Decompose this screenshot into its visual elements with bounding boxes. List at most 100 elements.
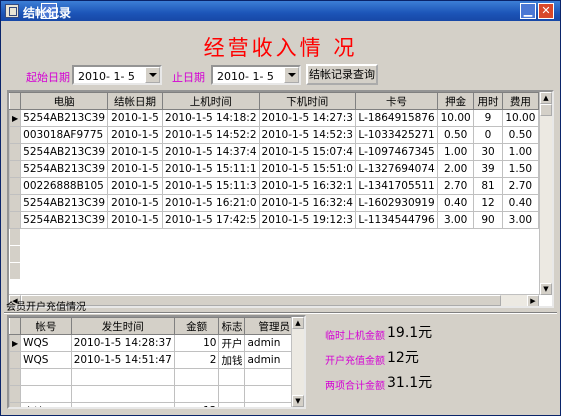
- table-cell[interactable]: 2010-1-5 14:52:3: [258, 126, 357, 144]
- table-row[interactable]: 5254AB213C39 2010-1-5 2010-1-5 16:21:0 2010…: [9, 194, 552, 212]
- row-indicator[interactable]: [9, 177, 22, 195]
- table-row[interactable]: 5254AB213C39 2010-1-5 2010-1-5 14:37:4 2010…: [9, 143, 552, 161]
- col-header[interactable]: 下机时间: [258, 92, 357, 110]
- table-cell[interactable]: WQS: [20, 351, 72, 369]
- table-cell[interactable]: 0: [473, 126, 503, 144]
- start-date-picker[interactable]: 2010- 1- 5: [72, 65, 162, 85]
- table-cell[interactable]: 2010-1-5 19:12:3: [258, 211, 357, 229]
- col-header[interactable]: 帐号: [20, 317, 72, 335]
- minimize-icon[interactable]: ▁: [520, 3, 536, 19]
- member-vertical-scrollbar[interactable]: ▲ ▼: [291, 317, 304, 407]
- table-cell[interactable]: 2010-1-5: [106, 194, 164, 212]
- table-cell[interactable]: 003018AF9775: [20, 126, 108, 144]
- row-indicator[interactable]: ▶: [9, 109, 22, 127]
- table-cell[interactable]: 2010-1-5 15:11:3: [162, 177, 260, 195]
- col-header[interactable]: 用时: [473, 92, 503, 110]
- table-cell[interactable]: 2010-1-5: [106, 143, 164, 161]
- table-cell[interactable]: 2.70: [501, 177, 539, 195]
- col-header[interactable]: 结帐日期: [106, 92, 164, 110]
- table-cell[interactable]: 0.50: [501, 126, 539, 144]
- table-cell[interactable]: 1.00: [501, 143, 539, 161]
- title-bar[interactable]: « 结帐记录 ▁ ✕: [1, 1, 560, 21]
- table-row[interactable]: ▶ 5254AB213C39 2010-1-5 2010-1-5 14:18:2 201…: [9, 109, 552, 127]
- scroll-up-icon[interactable]: ▲: [540, 92, 552, 104]
- row-indicator[interactable]: [9, 143, 22, 161]
- table-cell[interactable]: 30: [473, 143, 503, 161]
- col-header[interactable]: 费用: [501, 92, 539, 110]
- chevron-down-icon[interactable]: [284, 67, 299, 83]
- table-row[interactable]: 5254AB213C39 2010-1-5 2010-1-5 15:11:1 2010…: [9, 160, 552, 178]
- row-indicator[interactable]: [9, 351, 22, 369]
- table-cell[interactable]: 2010-1-5 16:32:1: [258, 177, 357, 195]
- col-header[interactable]: 标志: [218, 317, 246, 335]
- table-cell[interactable]: L-1033425271: [354, 126, 439, 144]
- scroll-thumb[interactable]: [540, 104, 552, 116]
- table-cell[interactable]: 2010-1-5 14:51:47: [70, 351, 175, 369]
- table-cell[interactable]: 5254AB213C39: [20, 109, 108, 127]
- col-header[interactable]: 上机时间: [162, 92, 260, 110]
- table-cell[interactable]: 2010-1-5 14:52:2: [162, 126, 260, 144]
- scroll-down-icon[interactable]: ▼: [540, 283, 552, 295]
- member-table[interactable]: 帐号 发生时间 金额 标志 管理员 ▶ WQS 2010-1-5 14:28:37 1…: [7, 315, 306, 409]
- table-cell[interactable]: 2010-1-5: [106, 177, 164, 195]
- table-cell[interactable]: 10.00: [437, 109, 475, 127]
- table-cell[interactable]: 1.00: [437, 143, 475, 161]
- query-button[interactable]: 结帐记录查询: [306, 64, 378, 85]
- scroll-up-icon[interactable]: ▲: [292, 317, 304, 329]
- table-cell[interactable]: 3.00: [437, 211, 475, 229]
- table-cell[interactable]: 2010-1-5 16:32:4: [258, 194, 357, 212]
- table-cell[interactable]: 5254AB213C39: [20, 211, 108, 229]
- vertical-scrollbar[interactable]: ▲ ▼: [539, 92, 552, 295]
- table-cell[interactable]: L-1097467345: [354, 143, 439, 161]
- table-cell[interactable]: 2010-1-5: [106, 126, 164, 144]
- table-cell[interactable]: 5254AB213C39: [20, 160, 108, 178]
- col-header[interactable]: 电脑: [20, 92, 108, 110]
- table-cell[interactable]: 2: [173, 351, 220, 369]
- table-cell[interactable]: 2010-1-5: [106, 109, 164, 127]
- table-cell[interactable]: 3.00: [501, 211, 539, 229]
- table-cell[interactable]: 90: [473, 211, 503, 229]
- table-cell[interactable]: 0.40: [501, 194, 539, 212]
- table-row[interactable]: 003018AF9775 2010-1-5 2010-1-5 14:52:2 2010…: [9, 126, 552, 144]
- table-cell[interactable]: 2010-1-5 15:11:1: [162, 160, 260, 178]
- table-cell[interactable]: 0.40: [437, 194, 475, 212]
- table-cell[interactable]: 加钱: [218, 351, 246, 369]
- table-cell[interactable]: 2010-1-5 17:42:5: [162, 211, 260, 229]
- row-indicator[interactable]: ▶: [9, 334, 22, 352]
- table-row[interactable]: 5254AB213C39 2010-1-5 2010-1-5 17:42:5 2010…: [9, 211, 552, 229]
- table-cell[interactable]: 10: [173, 334, 220, 352]
- table-cell[interactable]: 12: [473, 194, 503, 212]
- col-header[interactable]: 卡号: [354, 92, 439, 110]
- close-icon[interactable]: ✕: [538, 3, 554, 19]
- table-cell[interactable]: 2010-1-5 14:18:2: [162, 109, 260, 127]
- table-cell[interactable]: 0.50: [437, 126, 475, 144]
- table-row[interactable]: 00226888B105 2010-1-5 2010-1-5 15:11:3 2010…: [9, 177, 552, 195]
- row-indicator[interactable]: [9, 160, 22, 178]
- table-cell[interactable]: 2010-1-5 14:27:3: [258, 109, 357, 127]
- scroll-down-icon[interactable]: ▼: [292, 395, 304, 407]
- table-cell[interactable]: 39: [473, 160, 503, 178]
- table-cell[interactable]: 10.00: [501, 109, 539, 127]
- scroll-thumb[interactable]: [21, 295, 501, 306]
- row-indicator[interactable]: [9, 211, 22, 229]
- table-cell[interactable]: 2010-1-5 14:37:4: [162, 143, 260, 161]
- table-row[interactable]: ▶ WQS 2010-1-5 14:28:37 10 开户 admin: [9, 334, 304, 352]
- table-cell[interactable]: 1.50: [501, 160, 539, 178]
- col-header[interactable]: 押金: [437, 92, 475, 110]
- table-cell[interactable]: 开户: [218, 334, 246, 352]
- table-cell[interactable]: 9: [473, 109, 503, 127]
- table-cell[interactable]: 2010-1-5 15:51:0: [258, 160, 357, 178]
- scroll-right-icon[interactable]: ▶: [527, 295, 539, 306]
- end-date-picker[interactable]: 2010- 1- 5: [211, 65, 301, 85]
- table-cell[interactable]: WQS: [20, 334, 72, 352]
- table-cell[interactable]: L-1134544796: [354, 211, 439, 229]
- table-cell[interactable]: 2010-1-5: [106, 211, 164, 229]
- table-cell[interactable]: L-1327694074: [354, 160, 439, 178]
- table-cell[interactable]: 5254AB213C39: [20, 194, 108, 212]
- col-header[interactable]: 金额: [173, 317, 220, 335]
- table-cell[interactable]: 2010-1-5 14:28:37: [70, 334, 175, 352]
- table-cell[interactable]: 2.00: [437, 160, 475, 178]
- table-cell[interactable]: 00226888B105: [20, 177, 108, 195]
- table-cell[interactable]: 2010-1-5: [106, 160, 164, 178]
- checkout-table[interactable]: 电脑 结帐日期 上机时间 下机时间 卡号 押金 用时 费用 打 ▶5254AB2…: [7, 90, 554, 308]
